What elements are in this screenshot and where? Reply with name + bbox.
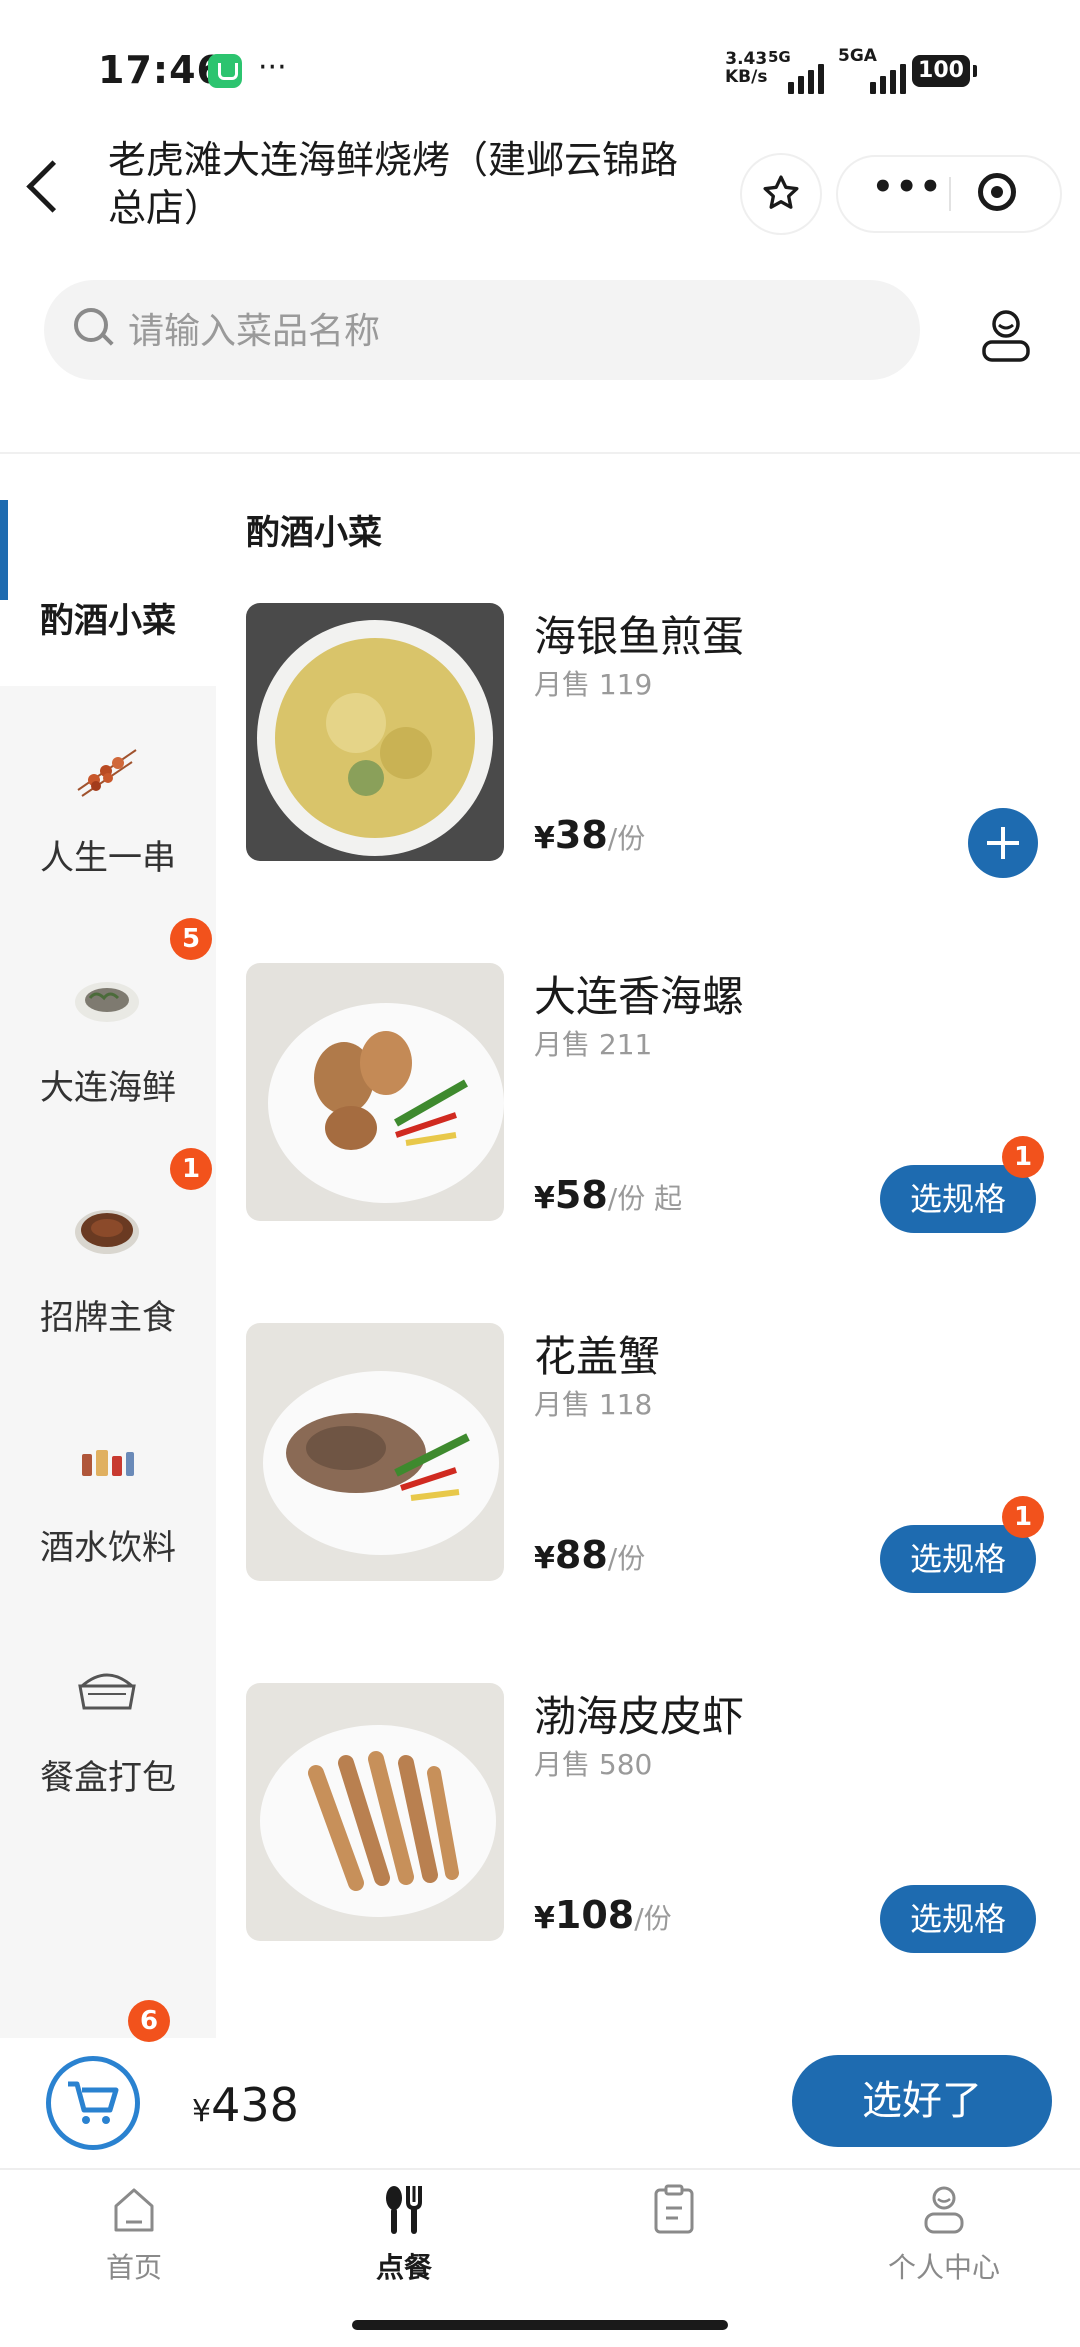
cart-count-badge: 6: [128, 2000, 170, 2042]
star-icon: [763, 175, 799, 209]
dish-item[interactable]: 花盖蟹 月售 118 ¥88/份 选规格 1: [246, 1323, 1080, 1593]
sidebar-item-staple[interactable]: 招牌主食 1: [0, 1148, 216, 1400]
mini-program-capsule: •••: [838, 157, 1060, 231]
dish-price: ¥88/份: [534, 1533, 645, 1577]
item-count-badge: 1: [1002, 1136, 1044, 1178]
dish-item[interactable]: 大连香海螺 月售 211 ¥58/份 起 选规格 1: [246, 963, 1080, 1233]
signal-2-icon: [870, 60, 906, 94]
dish-monthly-sales: 月售 211: [534, 1028, 653, 1061]
price-currency: ¥: [534, 1541, 555, 1576]
user-icon: [924, 2186, 964, 2234]
price-value: 58: [554, 1173, 608, 1217]
price-currency: ¥: [534, 1901, 555, 1936]
dish-name: 花盖蟹: [534, 1332, 661, 1381]
store-title: 老虎滩大连海鲜烧烤（建邺云锦路总店）: [108, 138, 679, 230]
tab-label: 点餐: [375, 2251, 432, 2284]
status-time: 17:46: [98, 48, 224, 92]
sidebar-item-label: 酌酒小菜: [40, 601, 176, 641]
tab-order[interactable]: 点餐: [304, 2180, 504, 2284]
search-icon: [74, 308, 108, 342]
tabbar-divider: [0, 2168, 1080, 2170]
category-count-badge: 5: [170, 918, 212, 960]
home-indicator: [352, 2320, 728, 2330]
price-value: 88: [554, 1533, 608, 1577]
drinks-thumbnail-icon: [82, 1450, 134, 1476]
tab-orders[interactable]: [574, 2180, 774, 2280]
network-speed-unit: KB/s: [725, 67, 768, 87]
tab-profile[interactable]: 个人中心: [844, 2180, 1044, 2284]
capsule-divider: [949, 177, 951, 211]
price-unit: /份: [607, 822, 646, 855]
search-bar[interactable]: [44, 280, 920, 380]
close-mini-program-icon[interactable]: [978, 173, 1016, 211]
checkout-button[interactable]: 选好了: [792, 2055, 1052, 2147]
price-unit: /份 起: [607, 1182, 683, 1215]
cart-icon[interactable]: [46, 2056, 140, 2150]
signal-1-icon: [788, 60, 824, 94]
sidebar-item-label: 酒水饮料: [40, 1528, 176, 1568]
dish-price: ¥108/份: [534, 1893, 672, 1937]
dish-monthly-sales: 月售 119: [534, 668, 653, 701]
add-to-cart-button[interactable]: [968, 808, 1038, 878]
cart-total: ¥438: [192, 2078, 299, 2132]
seafood-thumbnail-icon: [75, 982, 139, 1022]
skewer-thumbnail-icon: [77, 749, 137, 797]
sidebar-item-label: 招牌主食: [40, 1298, 176, 1338]
dish-price: ¥38/份: [534, 813, 645, 857]
app-notification-icon: [208, 54, 242, 88]
sidebar-active-indicator: [0, 500, 8, 600]
sidebar-item-packaging[interactable]: 餐盒打包: [0, 1640, 216, 1860]
more-notifications-icon: ···: [258, 50, 287, 85]
section-heading: 酌酒小菜: [246, 513, 382, 553]
dish-photo: [246, 1683, 504, 1941]
dish-name: 渤海皮皮虾: [534, 1692, 745, 1741]
price-currency: ¥: [534, 1181, 555, 1216]
sidebar-item-seafood[interactable]: 大连海鲜 5: [0, 918, 216, 1170]
sidebar-item-skewers[interactable]: 人生一串: [0, 720, 216, 940]
tab-label: 首页: [105, 2251, 162, 2284]
search-input[interactable]: [126, 302, 830, 360]
category-count-badge: 1: [170, 1148, 212, 1190]
price-value: 108: [554, 1893, 635, 1937]
network-speed-value: 3.43: [725, 49, 768, 69]
tab-home[interactable]: 首页: [34, 2180, 234, 2284]
sidebar-item-label: 餐盒打包: [40, 1758, 176, 1798]
utensils-icon: [386, 2186, 422, 2234]
sidebar-item-label: 人生一串: [40, 838, 176, 878]
item-count-badge: 1: [1002, 1496, 1044, 1538]
dish-monthly-sales: 月售 118: [534, 1388, 653, 1421]
dish-photo: [246, 963, 504, 1221]
cart-total-currency: ¥: [192, 2094, 212, 2129]
dish-item[interactable]: 渤海皮皮虾 月售 580 ¥108/份 选规格: [246, 1683, 1080, 1953]
favorite-button[interactable]: [742, 155, 820, 233]
shopping-cart-icon: [68, 2081, 119, 2124]
sidebar-item-label: 大连海鲜: [40, 1068, 176, 1108]
user-profile-icon[interactable]: [980, 308, 1032, 368]
price-unit: /份: [607, 1542, 646, 1575]
dish-item[interactable]: 海银鱼煎蛋 月售 119 ¥38/份: [246, 603, 1080, 878]
more-options-icon[interactable]: •••: [872, 167, 943, 207]
staple-food-thumbnail-icon: [75, 1210, 139, 1254]
battery-icon: 100: [912, 55, 977, 87]
takeout-box-icon: [78, 1673, 136, 1710]
network-speed: 3.43 KB/s: [725, 50, 767, 86]
select-spec-button[interactable]: 选规格: [880, 1885, 1036, 1953]
price-currency: ¥: [534, 821, 555, 856]
dish-name: 大连香海螺: [534, 972, 745, 1021]
dish-photo: [246, 1323, 504, 1581]
back-icon[interactable]: [26, 160, 79, 213]
dish-photo: [246, 603, 504, 861]
price-value: 38: [554, 813, 608, 857]
dish-monthly-sales: 月售 580: [534, 1748, 653, 1781]
clipboard-icon: [654, 2184, 694, 2234]
cart-total-value: 438: [211, 2078, 299, 2132]
tab-label: 个人中心: [887, 2251, 1000, 2284]
sidebar-item-drinks[interactable]: 酒水饮料: [0, 1410, 216, 1630]
home-icon: [114, 2188, 154, 2232]
dish-price: ¥58/份 起: [534, 1173, 682, 1217]
header-divider: [0, 452, 1080, 454]
dish-name: 海银鱼煎蛋: [534, 612, 745, 661]
price-unit: /份: [634, 1902, 672, 1935]
